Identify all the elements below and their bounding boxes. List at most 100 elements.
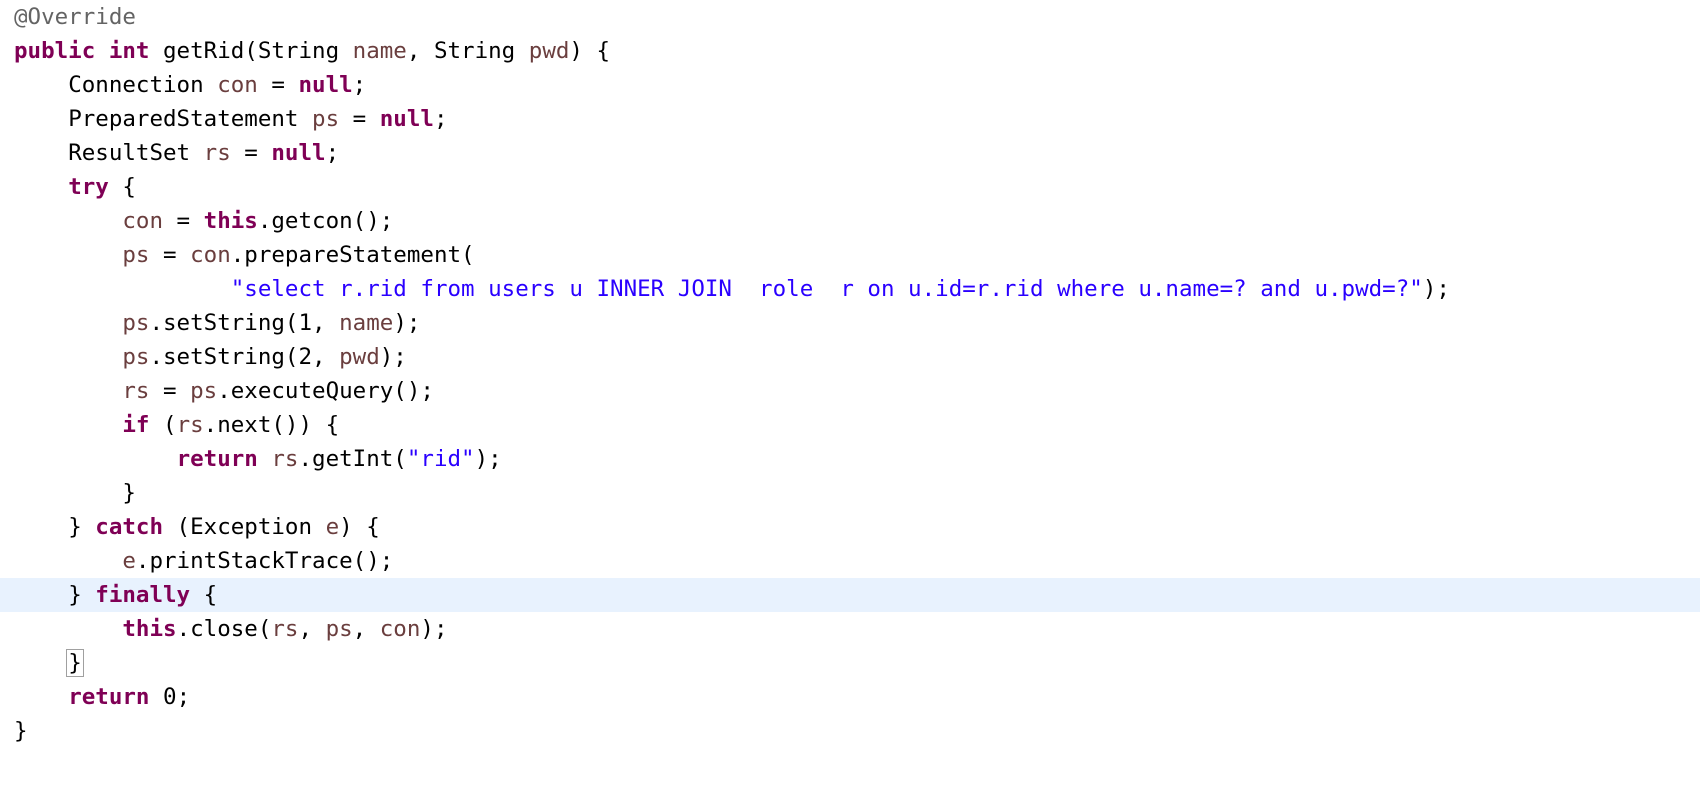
code-token-plain: );	[393, 310, 421, 336]
code-token-param: name	[352, 38, 407, 64]
code-token-param: rs	[271, 616, 299, 642]
code-token-kw: this	[203, 208, 258, 234]
code-token-plain: .prepareStatement(	[230, 242, 475, 268]
code-line[interactable]: return 0;	[0, 680, 1700, 714]
code-token-kw: this	[122, 616, 177, 642]
code-token-param: ps	[325, 616, 353, 642]
code-token-param: con	[122, 208, 164, 234]
code-token-str: "rid"	[406, 446, 475, 472]
code-token-kw: return	[176, 446, 258, 472]
code-token-plain: }	[68, 514, 96, 540]
code-token-plain: .close(	[176, 616, 272, 642]
code-line[interactable]: rs = ps.executeQuery();	[0, 374, 1700, 408]
code-token-plain: (Exception	[163, 514, 326, 540]
code-text-area[interactable]: @Override public int getRid(String name, …	[0, 0, 1700, 748]
code-line[interactable]: return rs.getInt("rid");	[0, 442, 1700, 476]
code-token-param: ps	[122, 344, 150, 370]
code-token-plain: .executeQuery();	[217, 378, 434, 404]
code-token-num: 0	[163, 684, 177, 710]
code-token-plain: .getcon();	[257, 208, 394, 234]
code-token-param: e	[122, 548, 136, 574]
code-token-plain: ,	[352, 616, 380, 642]
code-line[interactable]: try {	[0, 170, 1700, 204]
code-token-kw: try	[68, 174, 109, 200]
code-line[interactable]: ps.setString(2, pwd);	[0, 340, 1700, 374]
code-token-str: "select r.rid from users u INNER JOIN ro…	[230, 276, 1423, 302]
code-token-param: rs	[176, 412, 204, 438]
code-token-kw: return	[68, 684, 150, 710]
code-token-plain: .next()) {	[203, 412, 340, 438]
code-token-plain: );	[474, 446, 502, 472]
code-line[interactable]: } catch (Exception e) {	[0, 510, 1700, 544]
code-token-plain: ;	[352, 72, 367, 98]
code-line[interactable]: ps.setString(1, name);	[0, 306, 1700, 340]
code-token-plain: =	[149, 242, 191, 268]
code-line[interactable]: con = this.getcon();	[0, 204, 1700, 238]
code-token-plain: }	[14, 718, 28, 744]
code-token-plain: ResultSet	[68, 140, 204, 166]
code-token-param: con	[379, 616, 421, 642]
code-token-plain: }	[122, 480, 136, 506]
code-line[interactable]: if (rs.next()) {	[0, 408, 1700, 442]
code-line[interactable]: }	[0, 714, 1700, 748]
code-token-plain: );	[420, 616, 448, 642]
code-token-plain: ) {	[339, 514, 380, 540]
code-token-kw: null	[379, 106, 434, 132]
code-line[interactable]: } finally {	[0, 578, 1700, 612]
code-line[interactable]: this.close(rs, ps, con);	[0, 612, 1700, 646]
code-editor-viewport[interactable]: @Override public int getRid(String name, …	[0, 0, 1700, 811]
code-line[interactable]: Connection con = null;	[0, 68, 1700, 102]
code-line[interactable]: e.printStackTrace();	[0, 544, 1700, 578]
code-token-param: ps	[122, 310, 150, 336]
code-token-kw: public	[14, 38, 96, 64]
code-token-kw: finally	[95, 582, 191, 608]
code-token-param: con	[217, 72, 258, 98]
code-line[interactable]: ps = con.prepareStatement(	[0, 238, 1700, 272]
code-token-plain: {	[108, 174, 136, 200]
code-token-plain: .setString(2,	[149, 344, 340, 370]
code-token-plain: ;	[433, 106, 448, 132]
code-token-param: e	[325, 514, 340, 540]
code-token-plain: }	[68, 582, 96, 608]
code-token-plain: );	[379, 344, 407, 370]
code-token-plain: ;	[176, 684, 191, 710]
code-line[interactable]: public int getRid(String name, String pw…	[0, 34, 1700, 68]
code-line[interactable]: PreparedStatement ps = null;	[0, 102, 1700, 136]
code-token-param: rs	[122, 378, 150, 404]
code-token-plain: );	[1422, 276, 1450, 302]
code-line[interactable]: }	[0, 476, 1700, 510]
code-line[interactable]: "select r.rid from users u INNER JOIN ro…	[0, 272, 1700, 306]
code-line[interactable]: }	[0, 646, 1700, 680]
code-token-param: ps	[312, 106, 340, 132]
code-token-plain: =	[149, 378, 191, 404]
code-line[interactable]: ResultSet rs = null;	[0, 136, 1700, 170]
code-token-plain: ) {	[569, 38, 611, 64]
code-token-plain: PreparedStatement	[68, 106, 313, 132]
code-token-kw: catch	[95, 514, 164, 540]
code-line[interactable]: @Override	[0, 0, 1700, 34]
code-token-plain: =	[163, 208, 204, 234]
code-token-plain: =	[339, 106, 380, 132]
code-token-plain: (	[149, 412, 177, 438]
code-token-plain: Connection	[68, 72, 218, 98]
